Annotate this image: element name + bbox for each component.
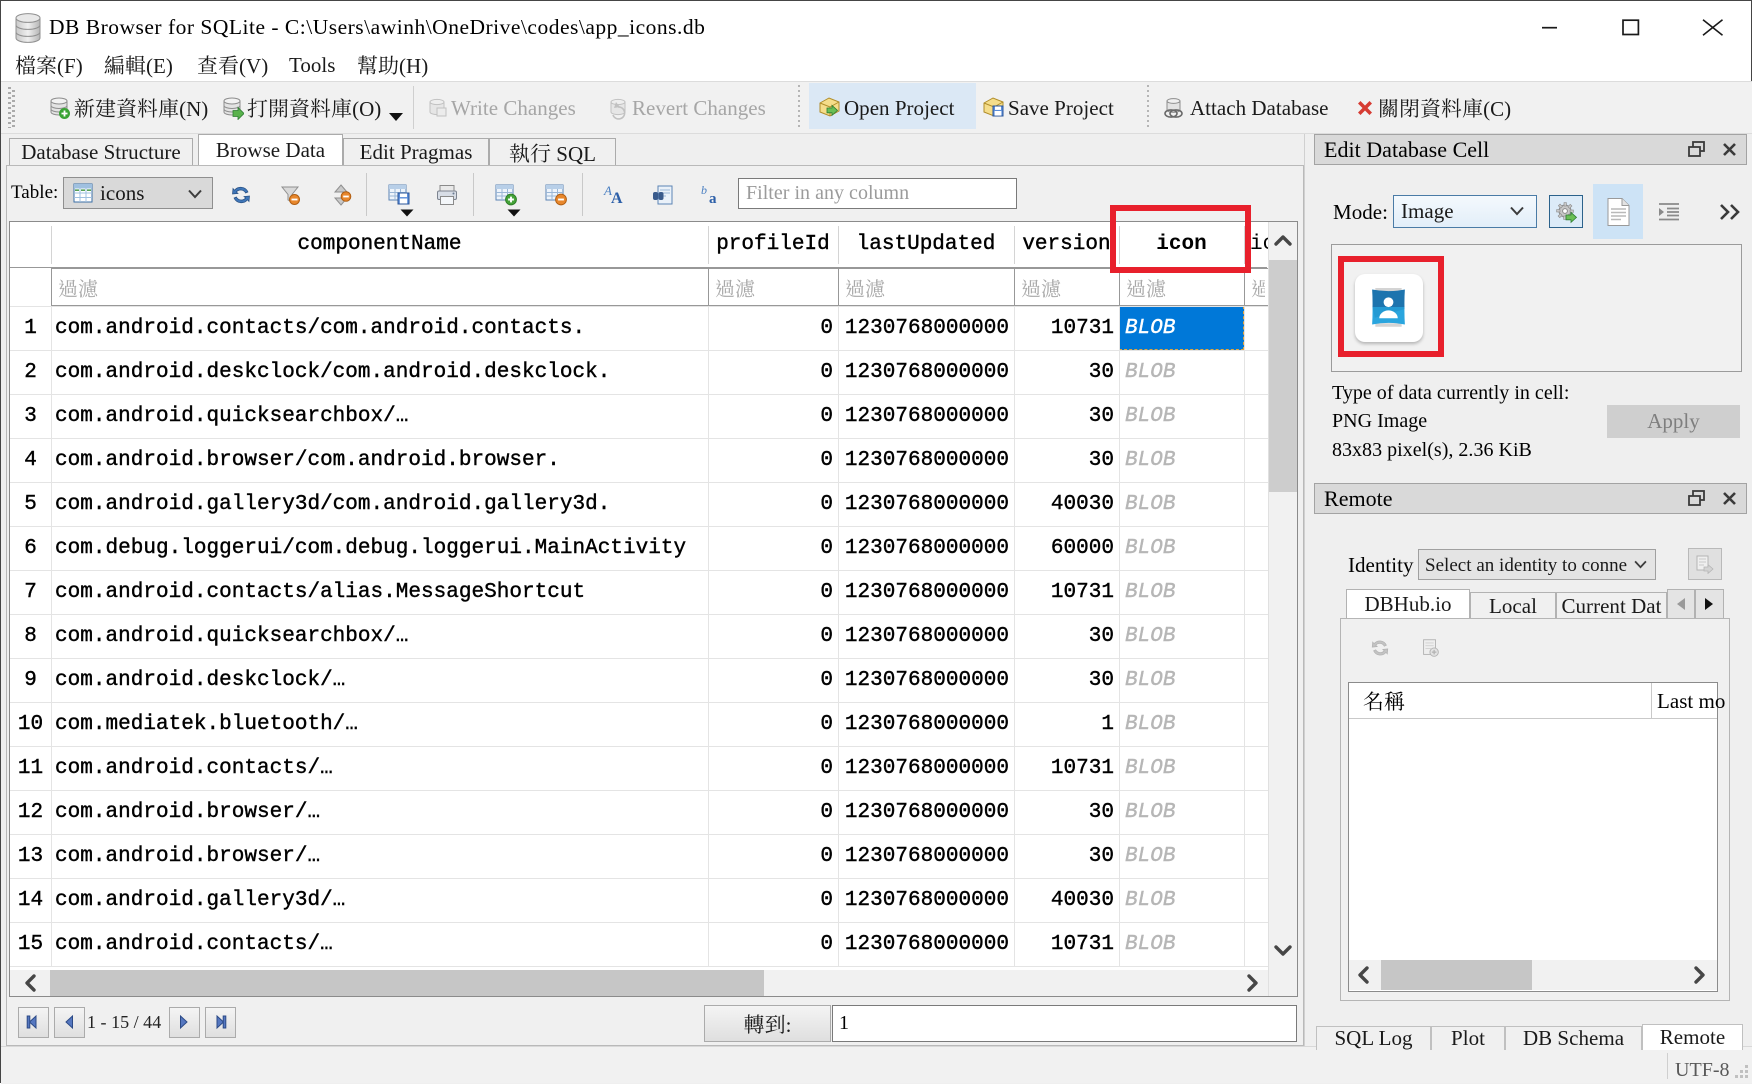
svg-text:a: a — [709, 191, 717, 207]
svg-text:A: A — [611, 190, 623, 207]
svg-text:b: b — [701, 183, 707, 197]
